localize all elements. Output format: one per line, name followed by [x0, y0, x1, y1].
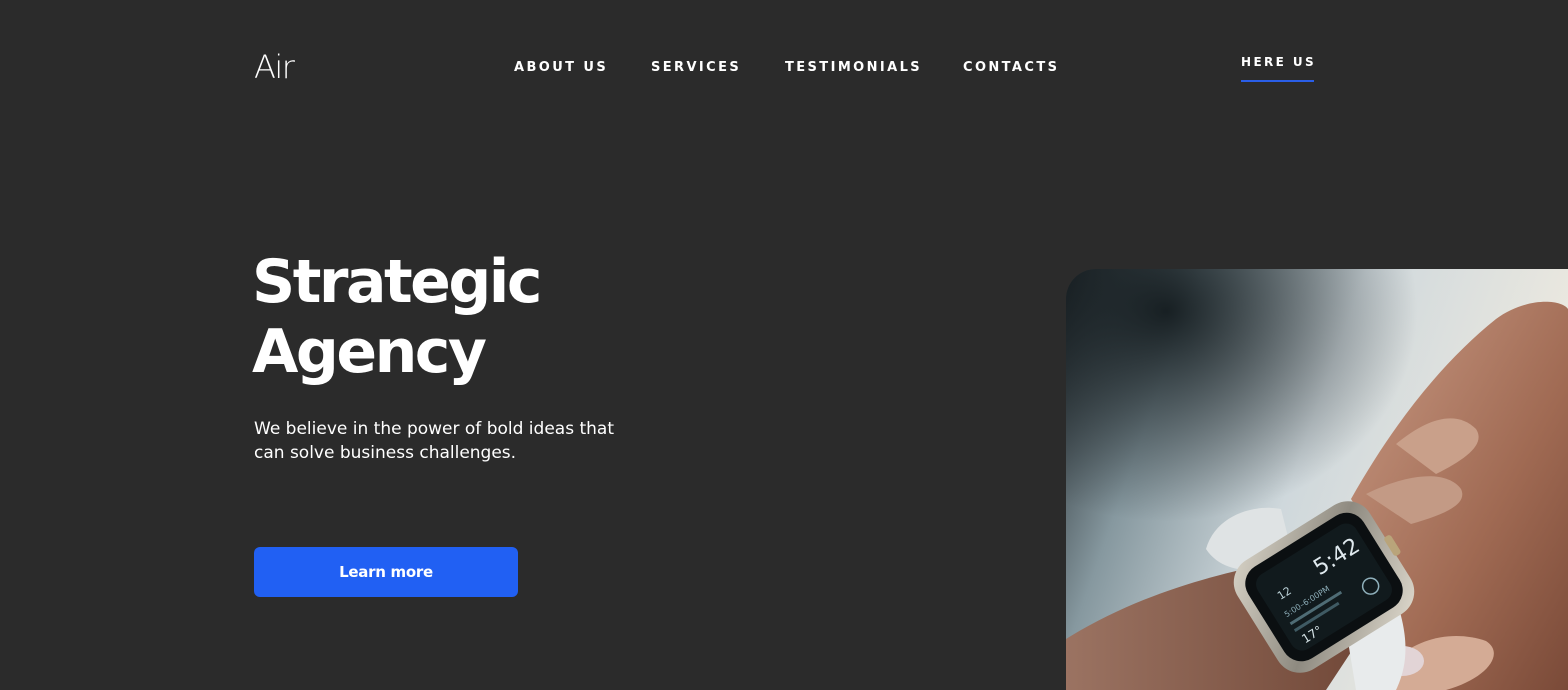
- nav-item-testimonials[interactable]: TESTIMONIALS: [785, 60, 922, 76]
- here-us-label: HERE US: [1241, 55, 1317, 69]
- hero-image: 5:42 12 5:00–6:00PM 17°: [1066, 269, 1568, 690]
- nav-item-contacts[interactable]: CONTACTS: [963, 60, 1059, 76]
- hero-title-line-2: Agency: [252, 317, 487, 387]
- nav-item-about-us[interactable]: ABOUT US: [514, 60, 608, 76]
- here-us-link[interactable]: HERE US: [1241, 55, 1314, 83]
- hero-description: We believe in the power of bold ideas th…: [254, 417, 634, 465]
- hero-description-line-1: We believe in the power of bold ideas th…: [254, 419, 614, 439]
- here-us-underline: [1241, 80, 1314, 82]
- hero-title: Strategic Agency: [252, 247, 542, 387]
- smartwatch-photo-icon: 5:42 12 5:00–6:00PM 17°: [1066, 269, 1568, 690]
- hero-description-line-2: can solve business challenges.: [254, 443, 517, 463]
- logo[interactable]: Air: [254, 48, 295, 86]
- nav-item-services[interactable]: SERVICES: [651, 60, 741, 76]
- hero-title-line-1: Strategic: [252, 247, 542, 317]
- learn-more-button[interactable]: Learn more: [254, 547, 518, 597]
